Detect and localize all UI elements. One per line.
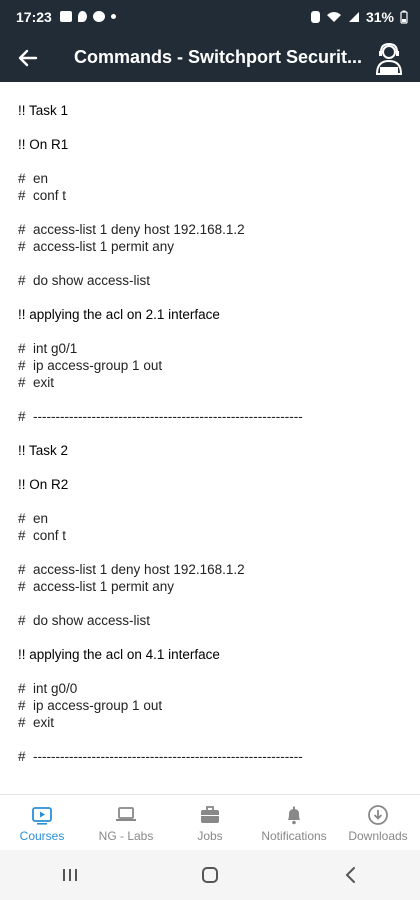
command-line: # access-list 1 permit any xyxy=(18,579,175,594)
nav-notifications-label: Notifications xyxy=(261,828,327,843)
signal-icon xyxy=(348,11,359,22)
command-line: # exit xyxy=(18,715,55,730)
command-line: # en xyxy=(18,511,49,526)
system-nav-bar xyxy=(0,850,420,900)
play-icon xyxy=(32,806,52,825)
nav-jobs-label: Jobs xyxy=(197,828,223,843)
nav-courses-label: Courses xyxy=(19,828,65,843)
command-line: # ip access-group 1 out xyxy=(18,698,163,713)
wifi-icon xyxy=(326,11,341,22)
arrow-left-icon xyxy=(18,49,38,66)
command-line: # int g0/0 xyxy=(18,681,78,696)
command-line: # do show access-list xyxy=(18,613,151,628)
commands-content: !! Task 1 !! On R1 # en # conf t # access-li… xyxy=(0,82,420,794)
laptop-icon xyxy=(116,806,136,821)
download-icon xyxy=(368,804,388,825)
nav-courses[interactable]: Courses xyxy=(0,795,84,851)
status-icons xyxy=(59,11,116,22)
command-line: # do show access-list xyxy=(18,273,151,288)
app-bar: Commands - Switchport Securit... xyxy=(0,33,420,82)
command-heading: !! Task 1 xyxy=(18,103,69,118)
recents-icon xyxy=(63,869,77,881)
command-line: # access-list 1 deny host 192.168.1.2 xyxy=(18,562,245,577)
bell-icon xyxy=(288,806,300,824)
command-line: # --------------------------------------… xyxy=(18,749,303,764)
command-line: # ip access-group 1 out xyxy=(18,358,163,373)
chat-icon xyxy=(92,11,105,22)
command-line: # exit xyxy=(18,375,55,390)
gallery-icon xyxy=(59,11,72,22)
command-line: # int g0/1 xyxy=(18,341,78,356)
command-line: # conf t xyxy=(18,188,67,203)
command-heading: !! applying the acl on 4.1 interface xyxy=(18,647,220,662)
chevron-left-icon xyxy=(345,867,355,883)
status-time: 17:23 xyxy=(16,8,52,25)
battery-icon xyxy=(400,10,408,24)
page-title: Commands - Switchport Securit... xyxy=(74,47,363,67)
location-icon xyxy=(77,11,87,22)
briefcase-icon xyxy=(201,805,219,823)
command-heading: !! On R2 xyxy=(18,477,69,492)
system-back-button[interactable] xyxy=(338,863,362,887)
bottom-nav: Courses NG - Labs Jobs Notifications Dow… xyxy=(0,794,420,851)
alarm-icon xyxy=(310,10,320,23)
nav-downloads[interactable]: Downloads xyxy=(336,795,420,851)
home-button[interactable] xyxy=(198,863,222,887)
battery-percent: 31% xyxy=(365,8,394,25)
back-button[interactable] xyxy=(0,33,56,82)
command-heading: !! applying the acl on 2.1 interface xyxy=(18,307,220,322)
nav-notifications[interactable]: Notifications xyxy=(252,795,336,851)
recents-button[interactable] xyxy=(58,863,82,887)
command-line: # access-list 1 permit any xyxy=(18,239,175,254)
command-heading: !! On R1 xyxy=(18,137,69,152)
command-line: # en xyxy=(18,171,49,186)
command-line: # access-list 1 deny host 192.168.1.2 xyxy=(18,222,245,237)
status-bar: 17:23 31% xyxy=(0,0,420,33)
nav-jobs[interactable]: Jobs xyxy=(168,795,252,851)
command-line: # --------------------------------------… xyxy=(18,409,303,424)
dot-icon xyxy=(110,14,116,19)
nav-ng-labs[interactable]: NG - Labs xyxy=(84,795,168,851)
nav-ng-labs-label: NG - Labs xyxy=(98,828,154,843)
nav-downloads-label: Downloads xyxy=(348,828,408,843)
command-heading: !! Task 2 xyxy=(18,443,69,458)
support-agent-icon[interactable] xyxy=(372,41,406,75)
command-line: # conf t xyxy=(18,528,67,543)
home-icon xyxy=(202,867,218,883)
